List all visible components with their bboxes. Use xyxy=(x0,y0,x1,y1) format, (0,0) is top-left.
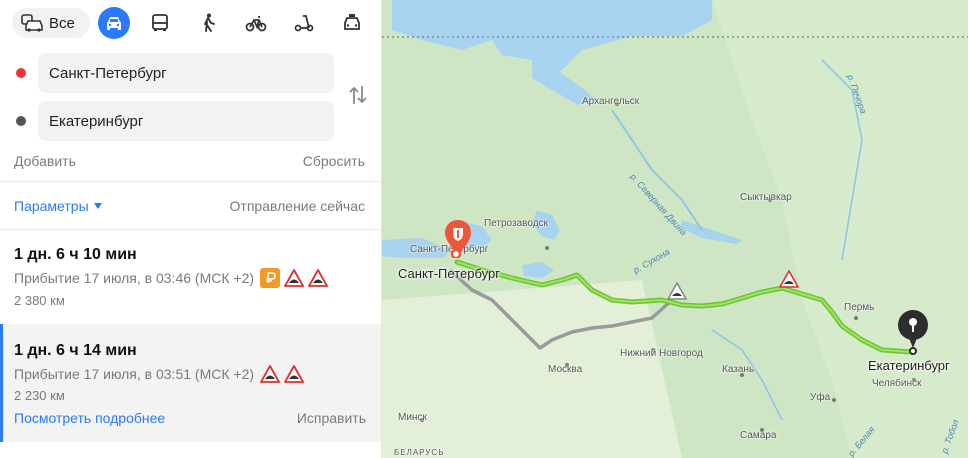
map-city-label: Архангельск xyxy=(582,96,640,107)
origin-pin-icon[interactable] xyxy=(442,218,474,258)
route-option-2[interactable]: 1 дн. 6 ч 14 мин Прибытие 17 июля, в 03:… xyxy=(0,324,381,442)
origin-input[interactable] xyxy=(38,53,334,93)
map-view[interactable]: Архангельск Петрозаводск Санкт-Петербург… xyxy=(382,0,968,458)
road-bump-icon xyxy=(308,269,328,287)
swap-icon[interactable] xyxy=(346,84,370,106)
route-panel: Все Санкт-Петербург Екатеринбург Добавит… xyxy=(0,0,382,458)
map-city-label: Нижний Новгород xyxy=(620,348,703,359)
route-arrival: Прибытие 17 июля, в 03:51 (МСК +2) xyxy=(14,366,255,382)
map-city-label: Уфа xyxy=(810,392,831,403)
chevron-down-icon xyxy=(93,203,102,209)
taxi-icon xyxy=(344,14,360,30)
walk-icon xyxy=(204,13,215,32)
reset-button[interactable]: Сбросить xyxy=(303,153,365,169)
map-country-label: БЕЛАРУСЬ xyxy=(394,448,445,457)
road-bump-icon xyxy=(284,365,304,383)
mode-all-label: Все xyxy=(49,14,75,32)
all-modes-icon xyxy=(21,14,43,32)
route-duration: 1 дн. 6 ч 10 мин xyxy=(14,246,137,263)
route-details-link[interactable]: Посмотреть подробнее xyxy=(14,410,165,426)
destination-map-label: Екатеринбург xyxy=(868,358,950,373)
map-city-label: Самара xyxy=(740,430,777,441)
origin-dot xyxy=(16,68,26,78)
destination-pin-icon[interactable] xyxy=(896,308,930,356)
road-bump-icon xyxy=(260,365,280,383)
map-city-label: Москва xyxy=(548,364,583,375)
scooter-icon xyxy=(294,15,314,32)
destination-field[interactable] xyxy=(38,101,334,141)
mode-all-button[interactable]: Все xyxy=(12,8,90,38)
road-bump-icon[interactable] xyxy=(779,270,799,288)
toll-icon xyxy=(260,268,280,288)
map-city-label: Сыктывкар xyxy=(740,192,792,203)
params-label: Параметры xyxy=(14,198,89,214)
map-city-label: Казань xyxy=(722,364,755,375)
map-city-label: Петрозаводск xyxy=(484,218,548,229)
bus-icon xyxy=(152,14,168,31)
mode-bus-button[interactable] xyxy=(144,7,176,39)
origin-field[interactable] xyxy=(38,53,334,93)
destination-input[interactable] xyxy=(38,101,334,141)
mode-walk-button[interactable] xyxy=(192,7,224,39)
destination-dot xyxy=(16,116,26,126)
origin-map-label: Санкт-Петербург xyxy=(398,266,500,281)
route-distance: 2 230 км xyxy=(14,388,65,403)
road-bump-icon xyxy=(284,269,304,287)
route-fix-button[interactable]: Исправить xyxy=(297,410,366,426)
params-dropdown[interactable]: Параметры xyxy=(14,198,102,214)
map-city-label: Минск xyxy=(398,412,427,423)
transport-modes: Все xyxy=(10,6,372,40)
bike-icon xyxy=(245,16,267,32)
route-distance: 2 380 км xyxy=(14,293,65,308)
road-bump-icon[interactable] xyxy=(667,282,687,300)
car-icon xyxy=(107,17,121,30)
route-arrival: Прибытие 17 июля, в 03:46 (МСК +2) xyxy=(14,270,255,286)
mode-bike-button[interactable] xyxy=(240,7,272,39)
route-duration: 1 дн. 6 ч 14 мин xyxy=(14,342,137,359)
mode-car-button[interactable] xyxy=(98,7,130,39)
divider xyxy=(0,181,381,182)
route-option-1[interactable]: 1 дн. 6 ч 10 мин Прибытие 17 июля, в 03:… xyxy=(0,230,381,324)
mode-taxi-button[interactable] xyxy=(336,7,368,39)
map-city-label: Челябинск xyxy=(872,378,922,389)
map-city-label: Пермь xyxy=(844,302,875,313)
departure-time-button[interactable]: Отправление сейчас xyxy=(230,198,365,214)
mode-scooter-button[interactable] xyxy=(288,7,320,39)
add-point-button[interactable]: Добавить xyxy=(14,153,76,169)
